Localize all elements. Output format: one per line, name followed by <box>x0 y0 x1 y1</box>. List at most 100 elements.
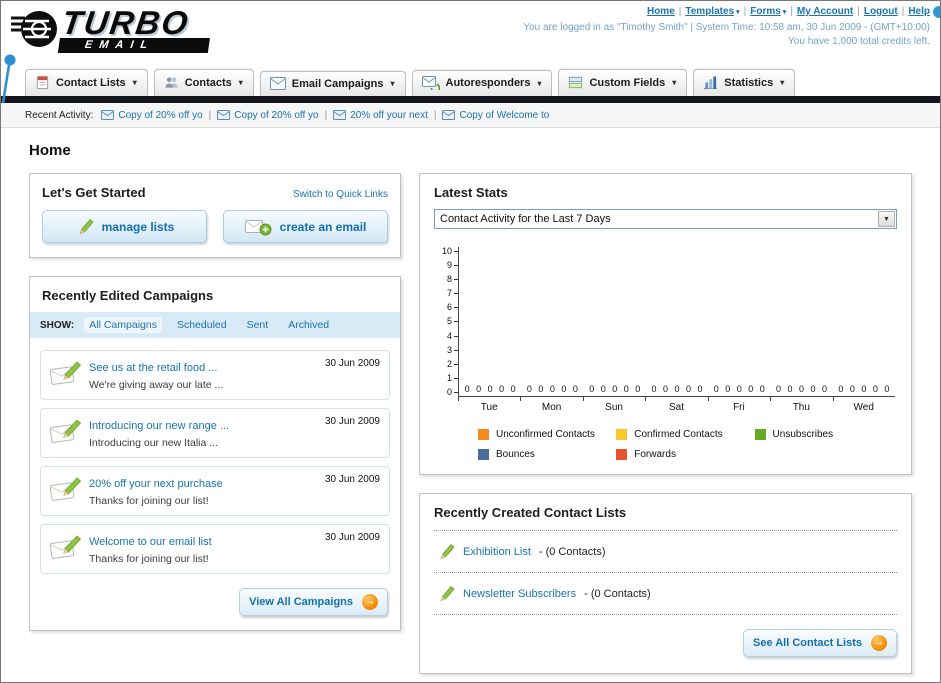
top-link-help[interactable]: Help <box>908 6 930 17</box>
top-link-logout[interactable]: Logout <box>864 6 898 17</box>
chart-value-labels: 0 0 0 0 0 <box>589 384 641 394</box>
campaign-item: 20% off your next purchase Thanks for joi… <box>40 466 390 516</box>
link-separator: | <box>743 6 747 17</box>
contact-list-item: Newsletter Subscribers - (0 Contacts) <box>434 573 897 615</box>
legend-swatch <box>478 449 489 460</box>
contact-lists-icon <box>35 75 50 90</box>
recent-activity-item[interactable]: Copy of Welcome to <box>442 110 549 121</box>
contact-list-count: - (0 Contacts) <box>584 587 651 600</box>
nav-tab-email-campaigns[interactable]: Email Campaigns ▾ <box>259 71 406 96</box>
chart-value-labels: 0 0 0 0 0 <box>713 384 765 394</box>
chart-category-label: Sun <box>582 397 645 413</box>
legend-label: Confirmed Contacts <box>634 429 723 440</box>
recent-activity-item[interactable]: 20% off your next <box>333 110 428 121</box>
top-link-templates[interactable]: Templates ▾ <box>685 6 739 17</box>
y-tick-label: 8 <box>446 274 452 285</box>
mail-small-icon <box>101 110 115 120</box>
get-started-panel: Let's Get Started Switch to Quick Links … <box>29 173 401 258</box>
recent-activity-item[interactable]: Copy of 20% off yo <box>101 109 203 121</box>
contact-list-link[interactable]: Newsletter Subscribers <box>463 588 576 600</box>
campaign-subtitle: Introducing our new Italia ... <box>89 437 218 449</box>
get-started-title: Let's Get Started <box>42 185 146 200</box>
header: TURBO EMAIL Home | Templates ▾ | Forms ▾ | My Ac… <box>1 1 940 65</box>
legend-item-unconfirmed-contacts: Unconfirmed Contacts <box>478 429 616 440</box>
y-axis-tick: 2 <box>447 359 458 369</box>
stats-period-value: Contact Activity for the Last 7 Days <box>440 213 611 225</box>
campaign-filter-archived[interactable]: Archived <box>283 317 334 333</box>
page-title: Home <box>29 142 71 159</box>
recent-activity-item-label: 20% off your next <box>350 109 428 121</box>
right-column: Latest Stats Contact Activity for the La… <box>419 173 912 682</box>
credits-info: You have 1,000 total credits left. <box>788 36 930 47</box>
campaign-title-link[interactable]: Introducing our new range ... <box>89 420 229 432</box>
chart-value-labels: 0 0 0 0 0 <box>464 384 516 394</box>
campaign-title-link[interactable]: 20% off your next purchase <box>89 478 223 490</box>
nav-tab-contacts[interactable]: Contacts ▾ <box>153 69 254 96</box>
chart-plot: 0 0 0 0 0 0 0 0 0 0 0 0 0 0 0 0 0 0 0 0 0 0 … <box>458 247 895 397</box>
top-link-my-account[interactable]: My Account <box>797 6 853 17</box>
chevron-down-icon: ▼ <box>878 211 895 227</box>
contact-list-count: - (0 Contacts) <box>538 545 606 558</box>
campaigns-filter-tabs: SHOW: All Campaigns Scheduled Sent Archived <box>30 312 400 338</box>
y-tick-label: 10 <box>441 246 452 256</box>
switch-to-quick-links-link[interactable]: Switch to Quick Links <box>293 189 388 200</box>
recent-activity-bar: Recent Activity: Copy of 20% off yo | Copy… <box>1 103 940 128</box>
top-link-forms[interactable]: Forms ▾ <box>750 6 786 17</box>
campaign-filter-scheduled[interactable]: Scheduled <box>172 317 232 333</box>
y-axis-tick: 10 <box>442 247 458 256</box>
nav-tab-label: Autoresponders <box>445 77 531 89</box>
legend-label: Forwards <box>634 449 676 460</box>
campaign-title-link[interactable]: See us at the retail food ... <box>89 362 217 374</box>
item-separator: | <box>324 109 328 121</box>
y-tick-label: 4 <box>446 330 452 341</box>
chart-category-label: Thu <box>770 397 832 413</box>
top-link-home[interactable]: Home <box>647 6 675 17</box>
campaign-filter-sent[interactable]: Sent <box>242 317 274 333</box>
pencil-icon <box>436 542 455 561</box>
see-all-contact-lists-label: See All Contact Lists <box>752 637 862 649</box>
legend-swatch <box>754 429 766 440</box>
recently-edited-campaigns-panel: Recently Edited Campaigns SHOW: All Camp… <box>29 276 401 631</box>
contact-lists-title: Recently Created Contact Lists <box>434 505 897 531</box>
logo-text: TURBO EMAIL <box>57 4 214 53</box>
login-info: You are logged in as "Timothy Smith" | S… <box>523 22 930 33</box>
stats-period-select[interactable]: Contact Activity for the Last 7 Days ▼ <box>434 209 897 229</box>
envelope-pencil-icon <box>49 358 83 388</box>
link-separator: | <box>857 6 860 17</box>
statistics-icon <box>703 75 718 90</box>
chart-value-labels: 0 0 0 0 0 <box>651 384 703 394</box>
mail-small-icon <box>333 110 347 120</box>
chevron-down-icon: ▾ <box>782 9 787 16</box>
custom-fields-icon <box>568 75 583 90</box>
nav-tab-autoresponders[interactable]: Autoresponders ▾ <box>411 70 553 96</box>
manage-lists-button[interactable]: manage lists <box>42 210 207 243</box>
nav-tab-contact-lists[interactable]: Contact Lists ▾ <box>25 69 148 96</box>
campaign-date: 30 Jun 2009 <box>324 474 380 485</box>
turbo-swirl-icon <box>11 6 59 52</box>
recent-activity-item[interactable]: Copy of 20% off yo <box>217 110 319 121</box>
envelope-pencil-icon <box>49 416 83 446</box>
see-all-contact-lists-button[interactable]: See All Contact Lists → <box>742 629 897 657</box>
stats-title: Latest Stats <box>434 185 508 200</box>
campaign-item: Introducing our new range ... Introducing… <box>40 408 390 458</box>
chart-category-label: Sat <box>645 397 707 413</box>
legend-label: Unconfirmed Contacts <box>496 429 595 440</box>
campaign-title-link[interactable]: Welcome to our email list <box>89 536 212 548</box>
legend-swatch <box>616 449 628 460</box>
recent-activity-item-label: Copy of 20% off yo <box>118 109 203 121</box>
y-axis-tick: 9 <box>447 261 458 270</box>
campaign-filter-all-campaigns[interactable]: All Campaigns <box>84 317 162 333</box>
y-axis-tick: 8 <box>447 275 458 284</box>
view-all-campaigns-button[interactable]: View All Campaigns → <box>239 588 388 616</box>
contact-list-link[interactable]: Exhibition List <box>463 546 531 558</box>
recent-contact-lists-panel: Recently Created Contact Lists Exhibitio… <box>419 493 912 674</box>
chevron-down-icon: ▾ <box>132 78 137 87</box>
create-email-button[interactable]: create an email <box>223 210 388 243</box>
main-nav: Contact Lists ▾ Contacts ▾ Email Campaigns ▾ A… <box>1 65 940 96</box>
chevron-down-icon: ▾ <box>390 79 395 88</box>
chart-value-labels: 0 0 0 0 0 <box>526 384 578 394</box>
nav-tab-custom-fields[interactable]: Custom Fields ▾ <box>558 69 688 96</box>
left-column: Let's Get Started Switch to Quick Links … <box>29 173 401 649</box>
nav-tab-statistics[interactable]: Statistics ▾ <box>693 69 796 96</box>
chart-category-label: Wed <box>832 397 895 413</box>
